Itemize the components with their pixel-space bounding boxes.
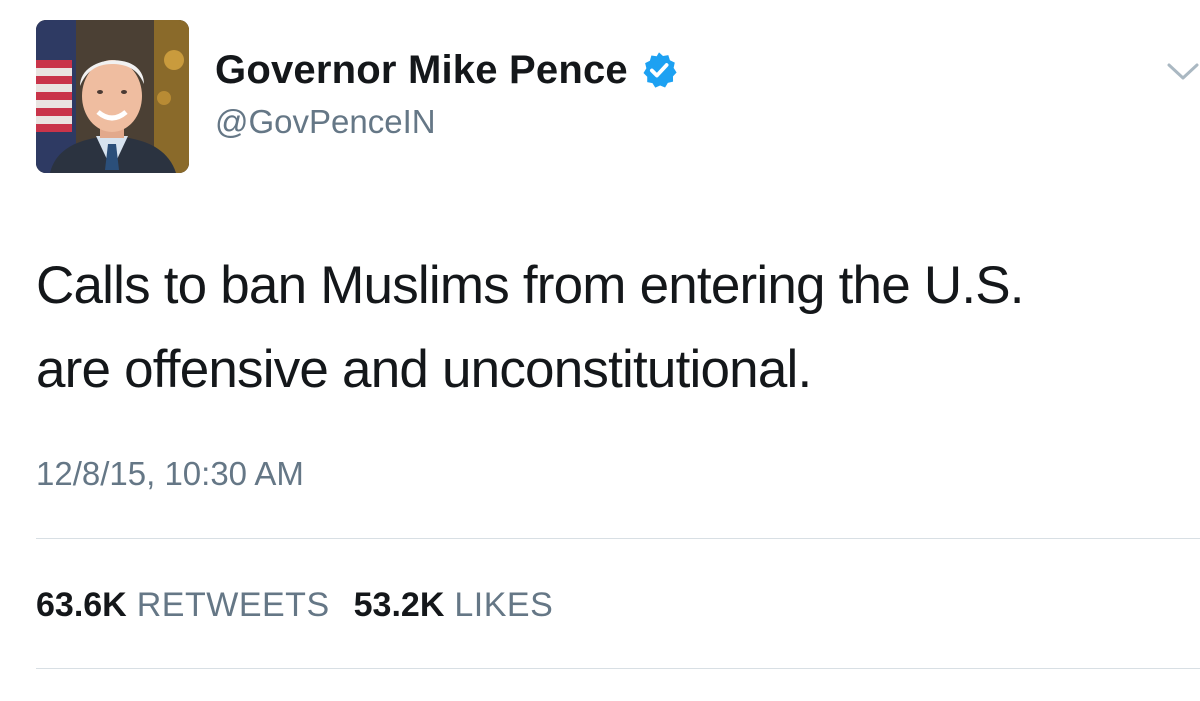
avatar[interactable] — [36, 20, 189, 173]
author-name-row: Governor Mike Pence — [215, 44, 678, 96]
verified-badge-icon — [640, 51, 678, 89]
tweet-text-line: Calls to ban Muslims from entering the U… — [36, 256, 1025, 315]
chevron-down-icon[interactable] — [1166, 60, 1200, 84]
divider — [36, 668, 1200, 669]
tweet-stats: 63.6K RETWEETS 53.2K LIKES — [36, 583, 553, 627]
retweets-stat[interactable]: 63.6K RETWEETS — [36, 583, 330, 627]
retweets-count: 63.6K — [36, 586, 127, 624]
retweets-label: RETWEETS — [136, 586, 330, 624]
tweet-card: Governor Mike Pence @GovPenceIN Calls to… — [0, 0, 1200, 701]
tweet-timestamp[interactable]: 12/8/15, 10:30 AM — [36, 452, 304, 496]
likes-stat[interactable]: 53.2K LIKES — [354, 583, 554, 627]
author-handle[interactable]: @GovPenceIN — [215, 100, 436, 144]
tweet-text-line: are offensive and unconstitutional. — [36, 340, 812, 399]
author-display-name[interactable]: Governor Mike Pence — [215, 44, 628, 96]
tweet-text: Calls to ban Muslims from entering the U… — [36, 244, 1186, 412]
divider — [36, 538, 1200, 539]
profile-photo-icon — [36, 20, 189, 173]
likes-label: LIKES — [454, 586, 554, 624]
likes-count: 53.2K — [353, 586, 445, 624]
